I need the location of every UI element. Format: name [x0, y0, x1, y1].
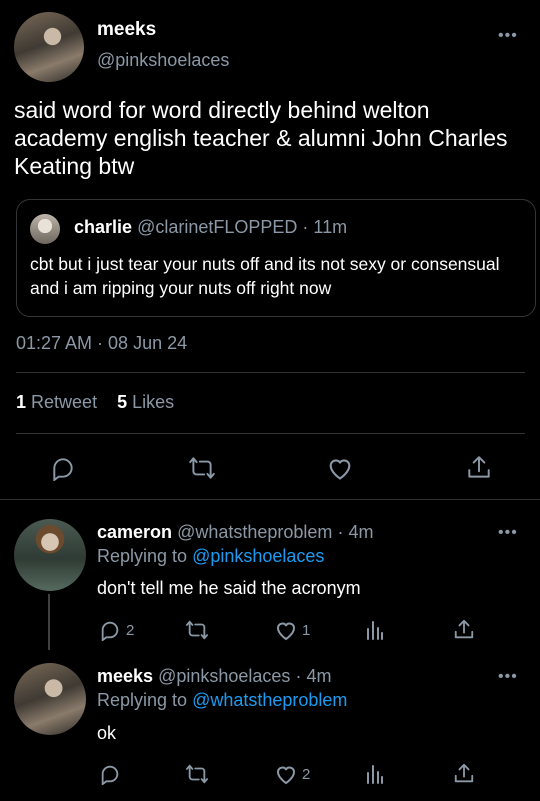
tweet-text: said word for word directly behind welto…	[14, 97, 508, 179]
handle[interactable]: @pinkshoelaces	[158, 666, 290, 686]
more-icon[interactable]: •••	[498, 524, 518, 542]
reply-icon[interactable]	[50, 455, 76, 481]
like-icon[interactable]	[274, 763, 298, 785]
handle[interactable]: @whatstheproblem	[177, 522, 332, 542]
like-label[interactable]: Likes	[132, 392, 174, 412]
reply-time[interactable]: 4m	[348, 522, 373, 542]
reply-icon[interactable]	[99, 619, 121, 641]
display-name[interactable]: cameron	[97, 522, 172, 542]
analytics-icon[interactable]	[366, 620, 384, 640]
replying-prefix: Replying to	[97, 690, 188, 710]
divider	[0, 499, 540, 500]
replying-prefix: Replying to	[97, 546, 188, 566]
reply-count: 2	[126, 622, 135, 639]
avatar[interactable]	[14, 663, 86, 735]
handle[interactable]: @pinkshoelaces	[97, 50, 229, 71]
analytics-icon[interactable]	[366, 764, 384, 784]
engagement-stats: 1 Retweet 5 Likes	[16, 392, 174, 413]
reply-text: don't tell me he said the acronym	[97, 578, 361, 598]
share-icon[interactable]	[453, 618, 475, 642]
quoted-handle: @clarinetFLOPPED	[137, 217, 298, 237]
share-icon[interactable]	[466, 454, 492, 482]
retweet-label[interactable]: Retweet	[31, 392, 97, 412]
timestamp[interactable]: 01:27 AM · 08 Jun 24	[16, 333, 187, 354]
quoted-display-name: charlie	[74, 217, 133, 237]
like-icon[interactable]	[274, 619, 298, 641]
separator: ·	[295, 666, 302, 686]
reply-icon[interactable]	[99, 763, 121, 785]
retweet-icon[interactable]	[185, 619, 209, 641]
divider	[16, 433, 525, 434]
replying-to-link[interactable]: @whatstheproblem	[192, 690, 347, 710]
replying-to: Replying to @pinkshoelaces	[97, 546, 324, 567]
quoted-text: cbt but i just tear your nuts off and it…	[30, 254, 500, 298]
like-icon[interactable]	[326, 455, 354, 481]
quoted-avatar	[30, 214, 60, 244]
thread-line	[48, 594, 50, 650]
retweet-count[interactable]: 1	[16, 392, 26, 412]
more-icon[interactable]: •••	[498, 668, 518, 686]
quoted-tweet[interactable]: charlie @clarinetFLOPPED · 11m cbt but i…	[16, 199, 536, 317]
like-count[interactable]: 5	[117, 392, 127, 412]
display-name[interactable]: meeks	[97, 666, 153, 686]
replying-to: Replying to @whatstheproblem	[97, 690, 347, 711]
display-name[interactable]: meeks	[97, 19, 156, 41]
like-count: 2	[302, 766, 311, 783]
avatar[interactable]	[14, 12, 84, 82]
separator: ·	[302, 217, 309, 237]
reply-text: ok	[97, 723, 117, 743]
like-count: 1	[302, 622, 311, 639]
separator: ·	[337, 522, 344, 542]
more-icon[interactable]: •••	[498, 27, 518, 45]
reply-header: meeks @pinkshoelaces · 4m	[97, 666, 331, 687]
retweet-icon[interactable]	[185, 763, 209, 785]
divider	[16, 372, 525, 373]
quoted-time: 11m	[313, 217, 348, 237]
avatar[interactable]	[14, 519, 86, 591]
share-icon[interactable]	[453, 762, 475, 786]
retweet-icon[interactable]	[188, 455, 216, 481]
reply-header: cameron @whatstheproblem · 4m	[97, 522, 373, 543]
replying-to-link[interactable]: @pinkshoelaces	[192, 546, 324, 566]
reply-time[interactable]: 4m	[306, 666, 331, 686]
